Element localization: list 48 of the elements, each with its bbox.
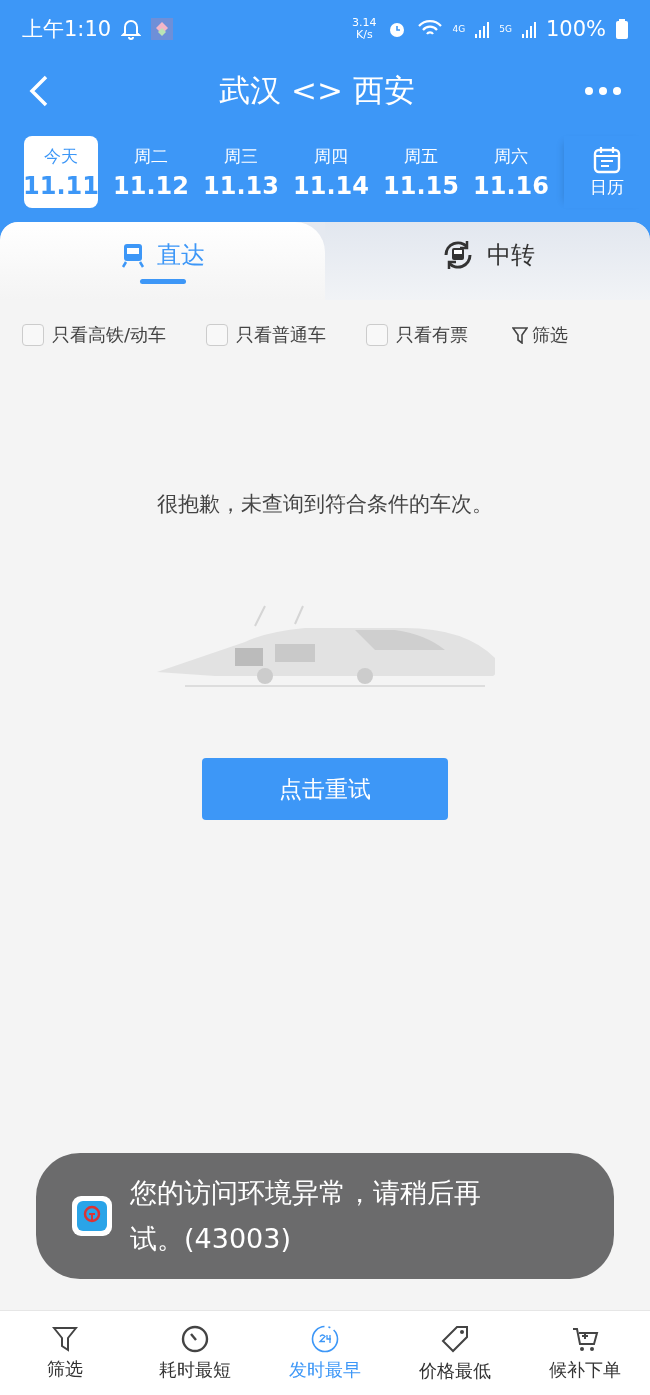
- train-icon: [120, 241, 145, 268]
- date-tab[interactable]: 周六 11.16: [474, 136, 548, 208]
- filter-label: 只看高铁/动车: [52, 323, 167, 347]
- status-time: 上午1:10: [22, 16, 112, 43]
- filter-label: 只看有票: [396, 323, 469, 347]
- checkbox[interactable]: [206, 324, 229, 346]
- network-speed: 3.14 K/s: [352, 17, 377, 41]
- filter-icon: [52, 1325, 78, 1353]
- date-tab[interactable]: 今天 11.11: [24, 136, 98, 208]
- route-title: 武汉 <> 西安: [218, 71, 416, 110]
- date-tab[interactable]: 周二 11.12: [114, 136, 188, 208]
- toast-message: 您的访问环境异常，请稍后再试。(43003): [130, 1176, 482, 1256]
- retry-button[interactable]: 点击重试: [202, 758, 448, 820]
- calendar-icon: [593, 145, 621, 174]
- filter-option[interactable]: 只看有票: [366, 323, 469, 347]
- sort-tab[interactable]: 发时最早: [260, 1311, 390, 1395]
- app-icon: [151, 18, 174, 40]
- bell-icon: [121, 18, 142, 40]
- checkbox[interactable]: [366, 324, 389, 346]
- sort-tab[interactable]: 价格最低: [390, 1311, 520, 1395]
- empty-message: 很抱歉，未查询到符合条件的车次。: [157, 491, 493, 518]
- clock-24-icon: [310, 1324, 340, 1354]
- network-type: 4G: [452, 24, 466, 34]
- checkbox[interactable]: [22, 324, 44, 346]
- filter-icon: [512, 326, 529, 344]
- network-type: 5G: [499, 24, 512, 34]
- date-tab[interactable]: 周三 11.13: [204, 136, 278, 208]
- app-logo-icon: [72, 1196, 112, 1236]
- signal-icon: [521, 20, 536, 38]
- signal-icon: [475, 20, 490, 38]
- filter-option[interactable]: 只看普通车: [206, 323, 327, 347]
- back-icon[interactable]: [28, 74, 50, 108]
- sort-tab[interactable]: 候补下单: [520, 1311, 650, 1395]
- route-tab[interactable]: 直达: [0, 222, 325, 300]
- stopwatch-icon: [180, 1324, 210, 1354]
- battery-percent: 100%: [545, 17, 606, 41]
- filter-button[interactable]: 筛选: [512, 323, 569, 347]
- calendar-button[interactable]: 日历: [564, 136, 650, 208]
- battery-icon: [616, 19, 628, 39]
- more-icon[interactable]: [584, 86, 622, 96]
- filter-option[interactable]: 只看高铁/动车: [22, 323, 167, 347]
- sort-tab[interactable]: 筛选: [0, 1311, 130, 1395]
- sort-tab[interactable]: 耗时最短: [130, 1311, 260, 1395]
- date-tab[interactable]: 周五 11.15: [384, 136, 458, 208]
- price-tag-icon: [439, 1323, 471, 1355]
- route-tab[interactable]: 中转: [325, 222, 650, 300]
- filter-label: 只看普通车: [236, 323, 327, 347]
- date-tab[interactable]: 周四 11.14: [294, 136, 368, 208]
